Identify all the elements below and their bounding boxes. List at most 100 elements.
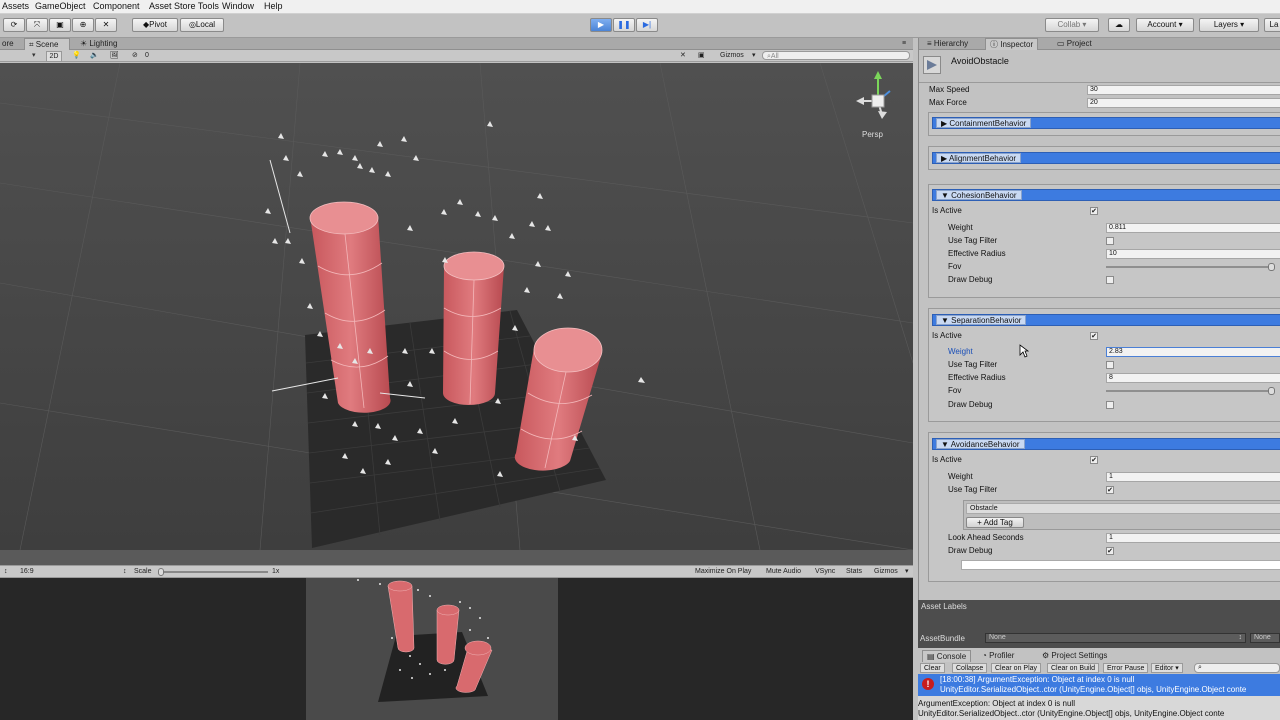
cloud-button[interactable]: ☁ xyxy=(1108,18,1130,32)
local-toggle[interactable]: ◎Local xyxy=(180,18,224,32)
cohesion-tag-filter-checkbox[interactable] xyxy=(1106,237,1114,245)
avoidance-look-ahead-field[interactable]: 1 xyxy=(1106,533,1280,543)
add-tag-button[interactable]: + Add Tag xyxy=(966,517,1024,528)
tab-console[interactable]: ▤ Console xyxy=(922,650,972,662)
scale-slider-knob[interactable] xyxy=(158,568,164,576)
menu-assets[interactable]: Assets xyxy=(2,1,29,11)
menu-gameobject[interactable]: GameObject xyxy=(35,1,86,11)
separation-header[interactable]: ▼ SeparationBehavior R xyxy=(932,314,1280,326)
containment-foldout[interactable]: ▶ ContainmentBehavior xyxy=(936,118,1032,128)
transform-tool-button[interactable]: ⊕ xyxy=(72,18,94,32)
avoidance-tag-filter-checkbox[interactable]: ✔ xyxy=(1106,486,1114,494)
cohesion-fov-slider[interactable] xyxy=(1106,266,1272,268)
menu-help[interactable]: Help xyxy=(264,1,283,11)
cohesion-debug-checkbox[interactable] xyxy=(1106,276,1114,284)
max-force-field[interactable]: 20 xyxy=(1087,98,1280,108)
color-field[interactable] xyxy=(961,560,1280,570)
error-pause-toggle[interactable]: Error Pause xyxy=(1103,663,1149,673)
panel-menu-icon[interactable]: ≡ xyxy=(902,39,906,48)
console-search-input[interactable]: ⌕ xyxy=(1194,663,1280,673)
custom-tool-button[interactable]: ✕ xyxy=(95,18,117,32)
cohesion-active-checkbox[interactable]: ✔ xyxy=(1090,207,1098,215)
cohesion-weight-field[interactable]: 0.811 xyxy=(1106,223,1280,233)
tab-lighting[interactable]: ☀ Lighting xyxy=(76,38,121,50)
avoidance-active-checkbox[interactable]: ✔ xyxy=(1090,456,1098,464)
stats-toggle[interactable]: Stats xyxy=(846,567,862,576)
avoidance-header[interactable]: ▼ AvoidanceBehavior R xyxy=(932,438,1280,450)
tab-profiler[interactable]: ◔ Profiler xyxy=(978,650,1018,662)
alignment-foldout[interactable]: ▶ AlignmentBehavior xyxy=(936,153,1022,163)
menu-component[interactable]: Component xyxy=(93,1,140,11)
separation-debug-checkbox[interactable] xyxy=(1106,401,1114,409)
scene-lighting-toggle-icon[interactable]: 💡 xyxy=(72,51,81,60)
aspect-dropdown[interactable]: 16:9 xyxy=(20,567,34,576)
pivot-toggle[interactable]: ◆Pivot xyxy=(132,18,178,32)
alignment-header[interactable]: ▶ AlignmentBehavior R xyxy=(932,152,1280,164)
mute-audio-toggle[interactable]: Mute Audio xyxy=(766,567,801,576)
tab-hierarchy[interactable]: ≡ Hierarchy xyxy=(923,38,972,50)
game-view[interactable] xyxy=(0,578,913,720)
tag-item[interactable]: Obstacle xyxy=(966,503,1280,514)
avoidance-debug-checkbox[interactable]: ✔ xyxy=(1106,547,1114,555)
chevron-down-icon[interactable]: ▾ xyxy=(905,567,909,576)
persp-label[interactable]: Persp xyxy=(862,130,883,139)
rotate-tool-button[interactable]: ⟳ xyxy=(3,18,25,32)
cohesion-foldout[interactable]: ▼ CohesionBehavior xyxy=(936,190,1022,200)
2d-toggle[interactable]: 2D xyxy=(46,51,62,62)
menu-asset-store-tools[interactable]: Asset Store Tools xyxy=(149,1,219,11)
scene-view[interactable]: Persp xyxy=(0,63,913,550)
tab-project[interactable]: ▭ Project xyxy=(1053,38,1096,50)
scene-audio-toggle-icon[interactable]: 🔈 xyxy=(90,51,99,60)
shading-mode-chevron-icon[interactable]: ▾ xyxy=(32,51,36,60)
hidden-objects-icon[interactable]: ⊘ xyxy=(132,51,138,60)
max-speed-field[interactable]: 30 xyxy=(1087,85,1280,95)
clear-button[interactable]: Clear xyxy=(920,663,945,673)
rect-tool-button[interactable]: ▣ xyxy=(49,18,71,32)
separation-tag-filter-checkbox[interactable] xyxy=(1106,361,1114,369)
console-entry-selected[interactable]: ! [18:00:38] ArgumentException: Object a… xyxy=(918,674,1280,696)
clear-on-build-toggle[interactable]: Clear on Build xyxy=(1047,663,1099,673)
avoidance-weight-field[interactable]: 1 xyxy=(1106,472,1280,482)
vsync-toggle[interactable]: VSync xyxy=(815,567,835,576)
layers-dropdown[interactable]: Layers ▾ xyxy=(1199,18,1259,32)
asset-bundle-dropdown[interactable]: None ↕ xyxy=(985,633,1246,643)
gizmos-dropdown[interactable]: Gizmos xyxy=(720,51,744,60)
cohesion-radius-field[interactable]: 10 xyxy=(1106,249,1280,259)
separation-fov-slider[interactable] xyxy=(1106,390,1272,392)
separation-fov-knob[interactable] xyxy=(1268,387,1275,395)
collab-button[interactable]: Collab ▾ xyxy=(1045,18,1099,32)
cohesion-fov-knob[interactable] xyxy=(1268,263,1275,271)
separation-weight-field[interactable]: 2.83 xyxy=(1106,347,1280,357)
cohesion-header[interactable]: ▼ CohesionBehavior R xyxy=(932,189,1280,201)
scene-search-input[interactable]: ⌕All xyxy=(762,51,910,60)
account-dropdown[interactable]: Account ▾ xyxy=(1136,18,1194,32)
step-button[interactable]: ▶| xyxy=(636,18,658,32)
play-button[interactable]: ▶ xyxy=(590,18,612,32)
tools-icon[interactable]: ✕ xyxy=(680,51,686,60)
display-dropdown-icon[interactable]: ↕ xyxy=(4,567,8,576)
scale-slider[interactable] xyxy=(158,571,268,573)
tab-asset-store[interactable]: ore xyxy=(0,38,18,50)
camera-icon[interactable]: ▣ xyxy=(698,51,705,60)
pause-button[interactable]: ❚❚ xyxy=(613,18,635,32)
separation-radius-field[interactable]: 8 xyxy=(1106,373,1280,383)
obstacle-cylinder[interactable] xyxy=(443,251,505,405)
avoidance-foldout[interactable]: ▼ AvoidanceBehavior xyxy=(936,439,1025,449)
separation-active-checkbox[interactable]: ✔ xyxy=(1090,332,1098,340)
menu-window[interactable]: Window xyxy=(222,1,254,11)
layout-dropdown[interactable]: La xyxy=(1264,18,1280,32)
containment-header[interactable]: ▶ ContainmentBehavior xyxy=(932,117,1280,129)
editor-dropdown[interactable]: Editor ▾ xyxy=(1151,663,1183,673)
scene-effects-toggle-icon[interactable]: 🖼 xyxy=(110,51,119,60)
separation-foldout[interactable]: ▼ SeparationBehavior xyxy=(936,315,1027,325)
scale-tool-button[interactable]: ⤧ xyxy=(26,18,48,32)
tab-scene[interactable]: ⌗ Scene xyxy=(24,38,70,50)
asset-variant-dropdown[interactable]: None xyxy=(1250,633,1280,643)
clear-on-play-toggle[interactable]: Clear on Play xyxy=(991,663,1042,673)
maximize-on-play-toggle[interactable]: Maximize On Play xyxy=(695,567,751,576)
tab-inspector[interactable]: ⓘ Inspector xyxy=(985,38,1039,50)
tab-project-settings[interactable]: ⚙ Project Settings xyxy=(1038,650,1111,662)
collapse-button[interactable]: Collapse xyxy=(952,663,988,673)
separation-weight-label[interactable]: Weight xyxy=(948,346,973,358)
chevron-down-icon[interactable]: ▾ xyxy=(752,51,756,60)
